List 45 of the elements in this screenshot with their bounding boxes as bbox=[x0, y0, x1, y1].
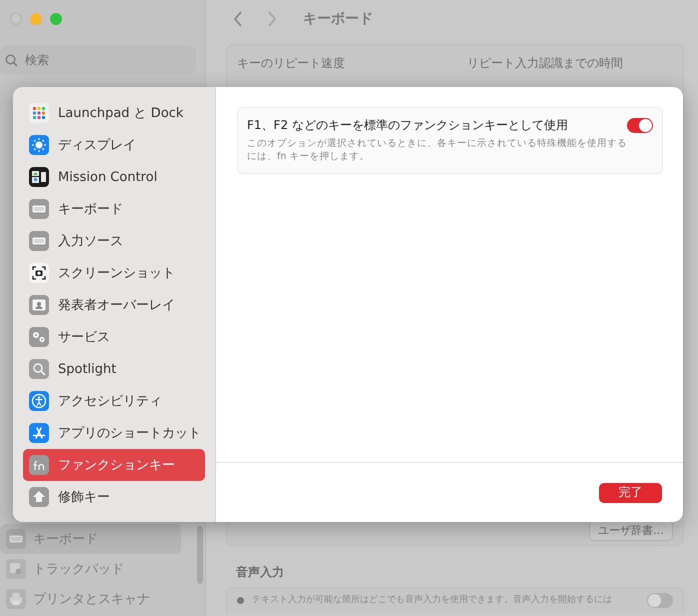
search-field[interactable]: 検索 bbox=[0, 46, 196, 74]
printer-icon bbox=[6, 589, 26, 609]
screenshot-icon bbox=[29, 263, 49, 283]
section-heading: 音声入力 bbox=[236, 564, 285, 581]
fn-key-icon bbox=[29, 455, 49, 475]
keyboard-icon bbox=[6, 529, 26, 549]
back-icon[interactable] bbox=[233, 11, 243, 27]
sun-icon bbox=[29, 135, 49, 155]
sidebar-item[interactable]: 入力ソース bbox=[23, 225, 205, 257]
minimize-button[interactable] bbox=[30, 13, 42, 25]
accessibility-icon bbox=[29, 391, 49, 411]
scroll-bar[interactable] bbox=[197, 526, 203, 584]
toggle-switch[interactable] bbox=[627, 118, 653, 133]
app-grid-icon bbox=[29, 103, 49, 123]
sidebar-item[interactable]: Mission Control bbox=[23, 161, 205, 193]
sidebar-item[interactable]: サービス bbox=[23, 321, 205, 353]
setting-title: F1、F2 などのキーを標準のファンクションキーとして使用 bbox=[247, 117, 569, 134]
setting-description: このオプションが選択されているときに、各キーに示されている特殊機能を使用するには、fn キーを押します。 bbox=[247, 137, 627, 164]
sidebar-item[interactable]: 修飾キー bbox=[23, 481, 205, 513]
sidebar-item[interactable]: Spotlight bbox=[23, 353, 205, 385]
toggle-switch[interactable] bbox=[647, 593, 673, 608]
gears-icon bbox=[29, 327, 49, 347]
sidebar-item[interactable]: スクリーンショット bbox=[23, 257, 205, 289]
trackpad-icon bbox=[6, 559, 26, 579]
sidebar-item[interactable]: キーボード bbox=[23, 193, 205, 225]
sidebar-item[interactable]: アクセシビリティ bbox=[23, 385, 205, 417]
keyboard-icon bbox=[29, 199, 49, 219]
search-icon bbox=[29, 359, 49, 379]
sidebar-item[interactable]: ファンクションキー bbox=[23, 449, 205, 481]
keyboard-icon bbox=[29, 231, 49, 251]
section-label: リピート入力認識までの時間 bbox=[467, 55, 623, 72]
section-label: キーのリピート速度 bbox=[237, 55, 346, 72]
windows-icon bbox=[29, 167, 49, 187]
setting-description: テキスト入力が可能な箇所はどこでも音声入力を使用できます。音声入力を開始するには bbox=[252, 594, 613, 606]
done-button[interactable]: 完了 bbox=[599, 482, 662, 502]
bullet-icon bbox=[237, 597, 244, 604]
sidebar-item[interactable]: ディスプレイ bbox=[23, 129, 205, 161]
app-store-icon bbox=[29, 423, 49, 443]
sidebar-item[interactable]: Launchpad と Dock bbox=[23, 97, 205, 129]
person-icon bbox=[29, 295, 49, 315]
zoom-button[interactable] bbox=[50, 13, 62, 25]
forward-icon[interactable] bbox=[267, 11, 277, 27]
sidebar-item[interactable]: 発表者オーバーレイ bbox=[23, 289, 205, 321]
window-title: キーボード bbox=[303, 10, 373, 28]
sidebar-item[interactable]: アプリのショートカット bbox=[23, 417, 205, 449]
